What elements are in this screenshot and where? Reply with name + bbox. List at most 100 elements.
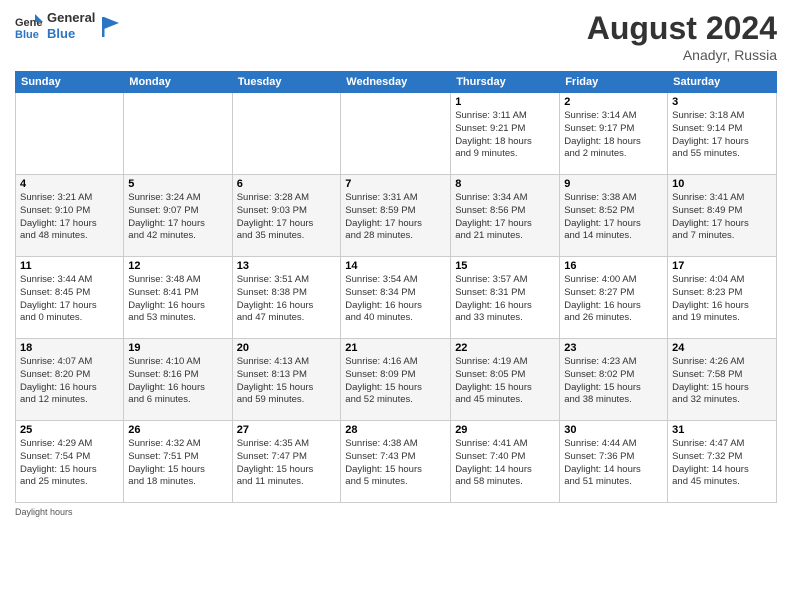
day-info: Sunrise: 3:31 AM Sunset: 8:59 PM Dayligh… [345, 192, 446, 243]
day-info: Sunrise: 3:48 AM Sunset: 8:41 PM Dayligh… [128, 274, 227, 325]
day-number: 2 [564, 96, 663, 108]
day-number: 27 [237, 424, 337, 436]
day-cell: 16Sunrise: 4:00 AM Sunset: 8:27 PM Dayli… [560, 257, 668, 339]
day-number: 24 [672, 342, 772, 354]
day-info: Sunrise: 3:28 AM Sunset: 9:03 PM Dayligh… [237, 192, 337, 243]
logo-flag-icon [99, 15, 121, 37]
logo-text-general: General [47, 10, 95, 26]
day-number: 17 [672, 260, 772, 272]
day-number: 20 [237, 342, 337, 354]
day-info: Sunrise: 4:13 AM Sunset: 8:13 PM Dayligh… [237, 356, 337, 407]
day-number: 10 [672, 178, 772, 190]
day-info: Sunrise: 4:26 AM Sunset: 7:58 PM Dayligh… [672, 356, 772, 407]
day-info: Sunrise: 3:41 AM Sunset: 8:49 PM Dayligh… [672, 192, 772, 243]
day-number: 12 [128, 260, 227, 272]
day-info: Sunrise: 3:14 AM Sunset: 9:17 PM Dayligh… [564, 110, 663, 161]
day-number: 15 [455, 260, 555, 272]
title-block: August 2024 Anadyr, Russia [587, 10, 777, 63]
day-info: Sunrise: 3:18 AM Sunset: 9:14 PM Dayligh… [672, 110, 772, 161]
day-info: Sunrise: 3:54 AM Sunset: 8:34 PM Dayligh… [345, 274, 446, 325]
day-info: Sunrise: 4:41 AM Sunset: 7:40 PM Dayligh… [455, 438, 555, 489]
week-row-4: 18 Sunrise: 4:07 AM Sunset: 8:20 PM Dayli… [16, 339, 777, 421]
day-cell: 2 Sunrise: 3:14 AM Sunset: 9:17 PM Daylig… [560, 93, 668, 175]
day-cell [341, 93, 451, 175]
week-row-1: 1 Sunrise: 3:11 AM Sunset: 9:21 PM Daylig… [16, 93, 777, 175]
month-title: August 2024 [587, 10, 777, 47]
day-number: 7 [345, 178, 446, 190]
weekday-header-wednesday: Wednesday [341, 72, 451, 93]
day-cell: 5 Sunrise: 3:24 AM Sunset: 9:07 PM Daylig… [124, 175, 232, 257]
weekday-header-tuesday: Tuesday [232, 72, 341, 93]
day-info: Sunrise: 4:44 AM Sunset: 7:36 PM Dayligh… [564, 438, 663, 489]
day-cell [124, 93, 232, 175]
day-cell: 7 Sunrise: 3:31 AM Sunset: 8:59 PM Daylig… [341, 175, 451, 257]
day-number: 14 [345, 260, 446, 272]
day-number: 25 [20, 424, 119, 436]
day-info: Sunrise: 3:24 AM Sunset: 9:07 PM Dayligh… [128, 192, 227, 243]
day-cell: 3 Sunrise: 3:18 AM Sunset: 9:14 PM Daylig… [668, 93, 777, 175]
weekday-header-thursday: Thursday [451, 72, 560, 93]
day-info: Sunrise: 3:57 AM Sunset: 8:31 PM Dayligh… [455, 274, 555, 325]
day-cell: 24 Sunrise: 4:26 AM Sunset: 7:58 PM Dayli… [668, 339, 777, 421]
day-cell: 6Sunrise: 3:28 AM Sunset: 9:03 PM Daylig… [232, 175, 341, 257]
day-cell: 9Sunrise: 3:38 AM Sunset: 8:52 PM Daylig… [560, 175, 668, 257]
day-info: Sunrise: 3:34 AM Sunset: 8:56 PM Dayligh… [455, 192, 555, 243]
day-cell: 13Sunrise: 3:51 AM Sunset: 8:38 PM Dayli… [232, 257, 341, 339]
calendar-table: SundayMondayTuesdayWednesdayThursdayFrid… [15, 71, 777, 503]
day-number: 11 [20, 260, 119, 272]
day-info: Sunrise: 4:07 AM Sunset: 8:20 PM Dayligh… [20, 356, 119, 407]
day-number: 13 [237, 260, 337, 272]
day-cell: 20 Sunrise: 4:13 AM Sunset: 8:13 PM Dayli… [232, 339, 341, 421]
weekday-header-friday: Friday [560, 72, 668, 93]
day-cell: 31Sunrise: 4:47 AM Sunset: 7:32 PM Dayli… [668, 421, 777, 503]
logo-text-blue: Blue [47, 26, 95, 42]
day-number: 18 [20, 342, 119, 354]
day-number: 23 [564, 342, 663, 354]
day-info: Sunrise: 4:00 AM Sunset: 8:27 PM Dayligh… [564, 274, 663, 325]
day-cell: 26Sunrise: 4:32 AM Sunset: 7:51 PM Dayli… [124, 421, 232, 503]
page-header: General Blue General Blue August 2024 An… [15, 10, 777, 63]
day-number: 3 [672, 96, 772, 108]
week-row-5: 25 Sunrise: 4:29 AM Sunset: 7:54 PM Dayli… [16, 421, 777, 503]
day-cell: 22Sunrise: 4:19 AM Sunset: 8:05 PM Dayli… [451, 339, 560, 421]
day-cell: 30 Sunrise: 4:44 AM Sunset: 7:36 PM Dayli… [560, 421, 668, 503]
day-info: Sunrise: 4:04 AM Sunset: 8:23 PM Dayligh… [672, 274, 772, 325]
day-info: Sunrise: 4:29 AM Sunset: 7:54 PM Dayligh… [20, 438, 119, 489]
day-cell: 21Sunrise: 4:16 AM Sunset: 8:09 PM Dayli… [341, 339, 451, 421]
day-cell: 25 Sunrise: 4:29 AM Sunset: 7:54 PM Dayli… [16, 421, 124, 503]
day-cell [232, 93, 341, 175]
day-cell: 11 Sunrise: 3:44 AM Sunset: 8:45 PM Dayli… [16, 257, 124, 339]
day-cell: 15 Sunrise: 3:57 AM Sunset: 8:31 PM Dayli… [451, 257, 560, 339]
logo: General Blue General Blue [15, 10, 121, 41]
svg-text:Blue: Blue [15, 29, 39, 40]
day-cell: 4Sunrise: 3:21 AM Sunset: 9:10 PM Daylig… [16, 175, 124, 257]
week-row-2: 4Sunrise: 3:21 AM Sunset: 9:10 PM Daylig… [16, 175, 777, 257]
logo-icon: General Blue [15, 12, 43, 40]
day-number: 21 [345, 342, 446, 354]
footer-daylight-label: Daylight hours [15, 507, 777, 517]
day-cell: 29Sunrise: 4:41 AM Sunset: 7:40 PM Dayli… [451, 421, 560, 503]
day-cell: 23 Sunrise: 4:23 AM Sunset: 8:02 PM Dayli… [560, 339, 668, 421]
day-cell: 18 Sunrise: 4:07 AM Sunset: 8:20 PM Dayli… [16, 339, 124, 421]
day-info: Sunrise: 4:23 AM Sunset: 8:02 PM Dayligh… [564, 356, 663, 407]
day-number: 1 [455, 96, 555, 108]
day-cell: 8Sunrise: 3:34 AM Sunset: 8:56 PM Daylig… [451, 175, 560, 257]
day-number: 30 [564, 424, 663, 436]
calendar-page: General Blue General Blue August 2024 An… [0, 0, 792, 612]
weekday-header-row: SundayMondayTuesdayWednesdayThursdayFrid… [16, 72, 777, 93]
day-cell: 10 Sunrise: 3:41 AM Sunset: 8:49 PM Dayli… [668, 175, 777, 257]
day-info: Sunrise: 3:11 AM Sunset: 9:21 PM Dayligh… [455, 110, 555, 161]
day-number: 31 [672, 424, 772, 436]
day-number: 9 [564, 178, 663, 190]
location-subtitle: Anadyr, Russia [587, 47, 777, 63]
day-info: Sunrise: 3:44 AM Sunset: 8:45 PM Dayligh… [20, 274, 119, 325]
day-cell: 28 Sunrise: 4:38 AM Sunset: 7:43 PM Dayli… [341, 421, 451, 503]
day-number: 5 [128, 178, 227, 190]
week-row-3: 11 Sunrise: 3:44 AM Sunset: 8:45 PM Dayli… [16, 257, 777, 339]
day-cell: 17 Sunrise: 4:04 AM Sunset: 8:23 PM Dayli… [668, 257, 777, 339]
day-info: Sunrise: 4:35 AM Sunset: 7:47 PM Dayligh… [237, 438, 337, 489]
day-info: Sunrise: 4:38 AM Sunset: 7:43 PM Dayligh… [345, 438, 446, 489]
day-number: 26 [128, 424, 227, 436]
day-number: 28 [345, 424, 446, 436]
weekday-header-saturday: Saturday [668, 72, 777, 93]
